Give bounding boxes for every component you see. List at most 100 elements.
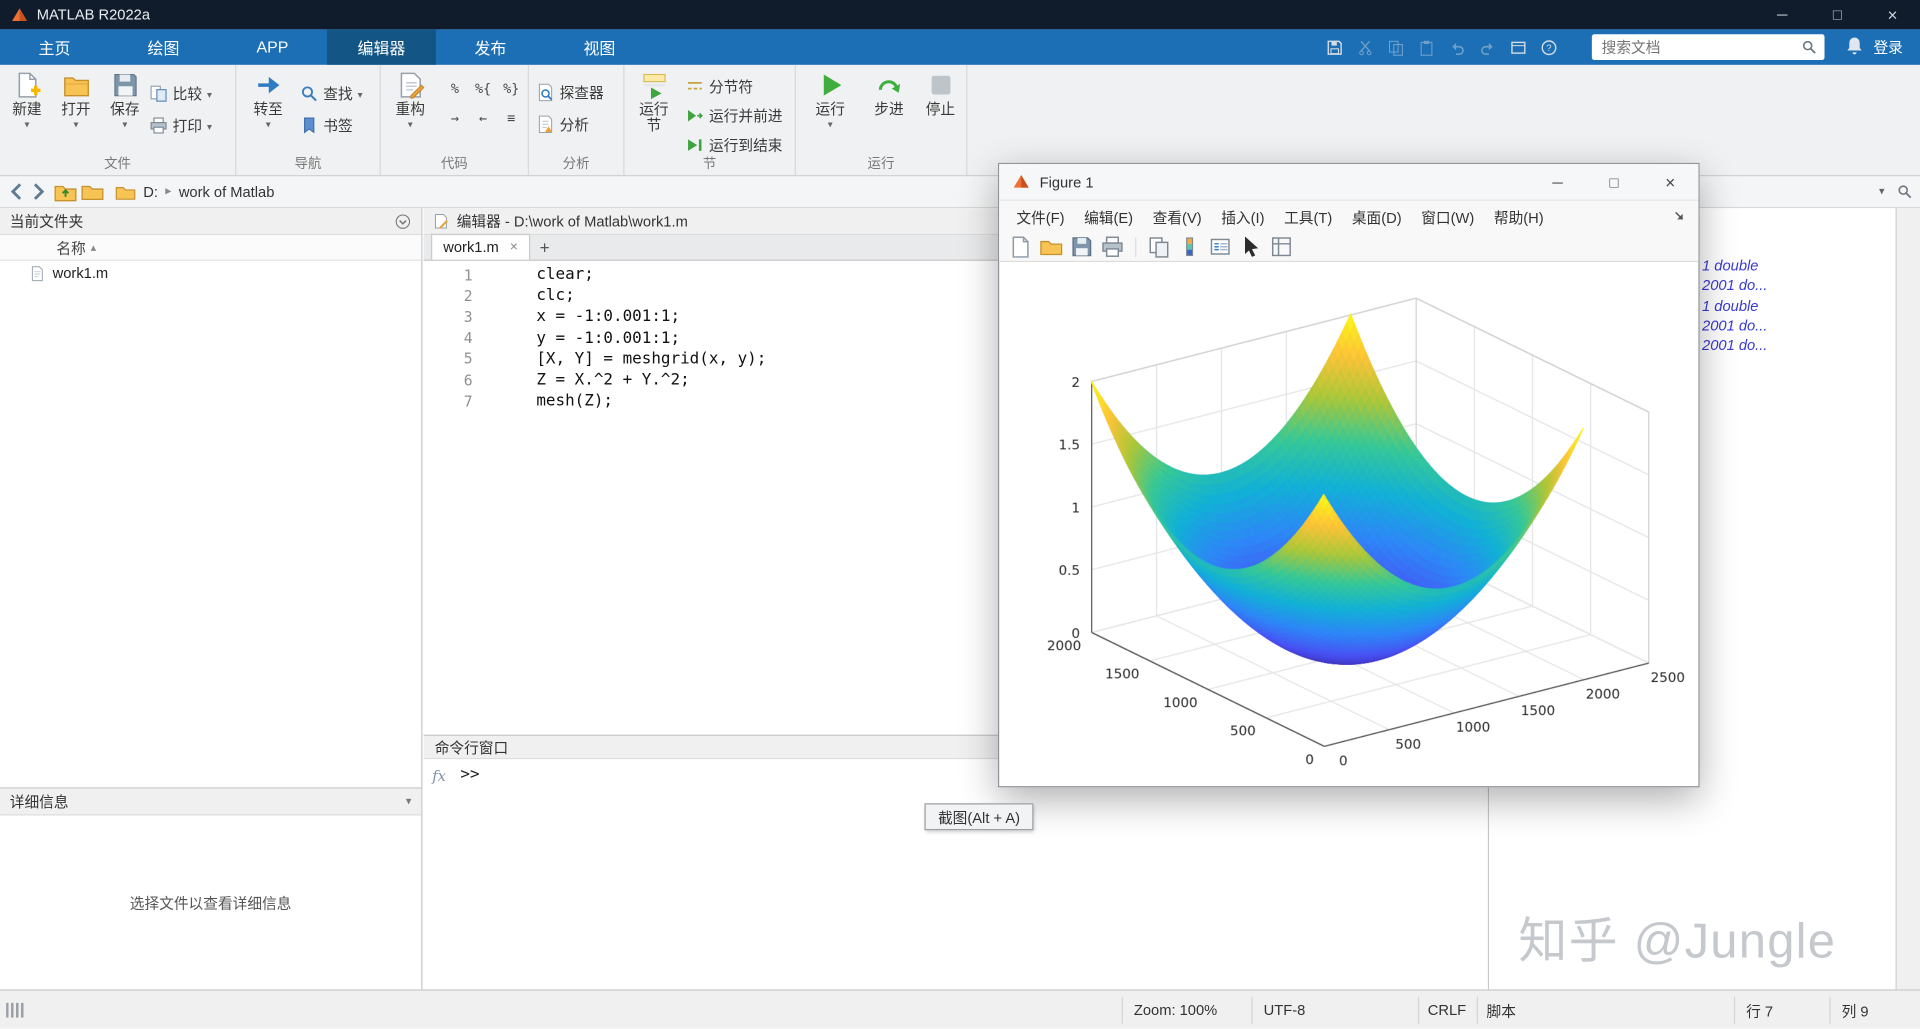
figure-titlebar[interactable]: Figure 1 ─ □ × [999,164,1699,201]
code-text: [X, Y] = meshgrid(x, y); [536,350,767,369]
folder-search-icon[interactable] [1897,184,1913,200]
notification-bell-icon[interactable] [1844,36,1865,57]
help-button[interactable]: ? [1534,34,1562,60]
figure-menu-insert[interactable]: 插入(I) [1221,206,1264,227]
status-bar: Zoom: 100% UTF-8 CRLF 脚本 行 7 列 9 [0,989,1920,1029]
figure-close-button[interactable]: × [1642,164,1698,201]
insert-colorbar-icon[interactable] [1178,235,1201,258]
up-one-level-button[interactable] [54,180,77,203]
print-button[interactable]: 打印 ▾ [149,113,212,139]
section-break-button[interactable]: 分节符 [686,73,753,99]
quick-save-button[interactable] [1320,34,1348,60]
name-column-header[interactable]: 名称 ▴ [0,235,422,261]
tab-publish[interactable]: 发布 [436,29,545,65]
back-button[interactable] [5,180,28,203]
new-script-button[interactable]: 新建 ▾ [2,71,51,130]
quick-copy-button[interactable] [1381,34,1409,60]
quick-paste-button[interactable] [1412,34,1440,60]
tab-view[interactable]: 视图 [545,29,654,65]
indent-left-button[interactable]: ← [470,107,496,130]
close-button[interactable]: × [1865,0,1920,29]
search-icon[interactable] [1801,39,1817,55]
bookmark-button[interactable]: 书签 [300,113,353,139]
print-figure-icon[interactable] [1101,235,1124,258]
path-dropdown-icon[interactable]: ▾ [1879,185,1885,198]
m-file-icon [29,264,45,282]
find-button[interactable]: 查找 ▾ [300,81,362,107]
quick-cut-button[interactable] [1351,34,1379,60]
forward-button[interactable] [27,180,50,203]
new-figure-icon[interactable] [1009,235,1032,258]
open-button[interactable]: 打开 ▾ [51,71,100,130]
collapse-chevron-icon[interactable]: ▾ [406,795,412,808]
comment-button[interactable]: % [442,77,468,100]
figure-plot-canvas[interactable] [999,262,1699,787]
command-prompt[interactable]: >> [460,765,479,783]
figure-window[interactable]: Figure 1 ─ □ × 文件(F) 编辑(E) 查看(V) 插入(I) 工具(T)… [997,162,1700,788]
open-file-icon[interactable] [1040,235,1063,258]
tab-home[interactable]: 主页 [0,29,109,65]
figure-minimize-button[interactable]: ─ [1529,164,1585,201]
analyze-code-button[interactable]: 分析 [536,111,589,137]
goto-button[interactable]: 转至 ▾ [244,71,293,130]
quick-undo-button[interactable] [1442,34,1470,60]
panel-menu-icon[interactable] [394,212,411,229]
statusbar-encoding: UTF-8 [1263,1001,1306,1019]
uncomment-button[interactable]: %} [498,77,524,100]
indent-right-button[interactable]: → [442,107,468,130]
property-inspector-icon[interactable] [1270,235,1293,258]
file-row-work1[interactable]: work1.m [0,261,421,285]
right-edge-strip [1895,208,1920,990]
edit-plot-cursor-icon[interactable] [1239,235,1262,258]
tab-close-icon[interactable]: × [510,240,518,255]
ribbon-toolbar: 新建 ▾ 打开 ▾ 保存 ▾ 比较 ▾ 打印 ▾ 文件 转至 ▾ 查找 ▾ 书签… [0,64,1920,177]
new-tab-button[interactable]: + [530,235,559,259]
quick-redo-button[interactable] [1473,34,1501,60]
figure-maximize-button[interactable]: □ [1586,164,1642,201]
signin-button[interactable]: 登录 [1873,29,1902,65]
figure-menu-view[interactable]: 查看(V) [1153,206,1202,227]
editor-tab-work1[interactable]: work1.m × [431,233,530,260]
doc-search-box[interactable] [1591,34,1825,61]
minimize-button[interactable]: ─ [1755,0,1810,29]
figure-matlab-icon [1011,173,1029,191]
save-figure-icon[interactable] [1070,235,1093,258]
save-button[interactable]: 保存 ▾ [100,71,149,130]
doc-search-input[interactable] [1601,38,1802,56]
smart-indent-button[interactable]: ≡ [498,107,524,130]
tab-editor[interactable]: 编辑器 [326,29,436,65]
maximize-button[interactable]: □ [1810,0,1865,29]
figure-menu-tools[interactable]: 工具(T) [1284,206,1332,227]
figure-menu-help[interactable]: 帮助(H) [1494,206,1544,227]
code-text: x = -1:0.001:1; [536,307,681,327]
printer-icon [149,116,167,134]
insert-legend-icon[interactable] [1209,235,1232,258]
block-comment-button[interactable]: %{ [470,77,496,100]
copy-figure-icon[interactable] [1147,235,1170,258]
figure-menu-window[interactable]: 窗口(W) [1421,206,1474,227]
figure-menu-file[interactable]: 文件(F) [1016,206,1064,227]
statusbar-grip-icon [6,1002,25,1018]
dock-figure-icon[interactable] [1673,209,1689,225]
breadcrumb: D: ▸ work of Matlab [115,176,274,207]
stop-button[interactable]: 停止 [916,71,965,118]
refactor-button[interactable]: 重构 ▾ [386,71,435,130]
compare-button[interactable]: 比较 ▾ [149,81,212,107]
run-section-button[interactable]: 运行 节 [629,71,678,133]
run-button[interactable]: 运行 ▾ [806,71,855,130]
run-and-advance-button[interactable]: 运行并前进 [686,103,782,129]
breadcrumb-drive[interactable]: D: [143,183,158,200]
tab-plots[interactable]: 绘图 [109,29,218,65]
layout-button[interactable] [1504,34,1532,60]
browse-folder-button[interactable] [81,180,104,203]
step-button[interactable]: 步进 [864,71,913,118]
analyze-report-icon [536,115,554,133]
profiler-button[interactable]: 探查器 [536,80,604,106]
run-to-end-icon [686,136,704,154]
figure-menu-desktop[interactable]: 桌面(D) [1352,206,1402,227]
breadcrumb-folder[interactable]: work of Matlab [179,183,275,200]
figure-menu-edit[interactable]: 编辑(E) [1084,206,1133,227]
line-number: 7 [463,392,473,410]
tab-apps[interactable]: APP [218,29,327,65]
command-window[interactable]: fx >> [423,759,1488,990]
